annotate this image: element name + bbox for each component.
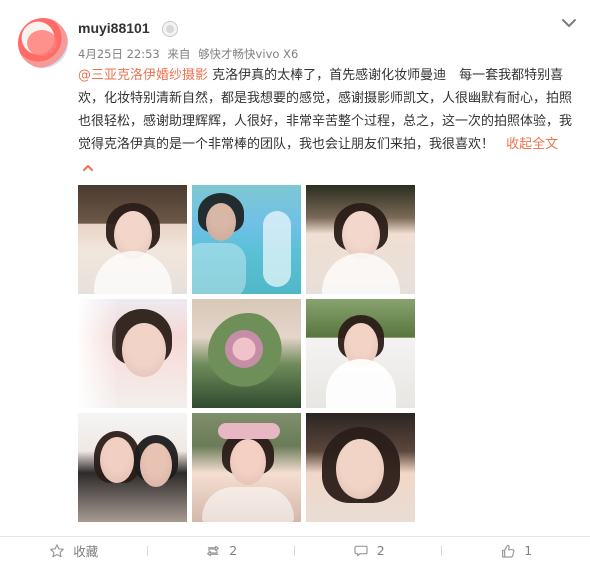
post-from-label: 来自 — [167, 47, 191, 61]
photo-1[interactable] — [78, 185, 187, 294]
like-button[interactable]: 1 — [443, 536, 590, 565]
repost-icon — [205, 543, 221, 559]
photo-5[interactable] — [192, 299, 301, 408]
post-source[interactable]: 够快才畅快vivo X6 — [198, 47, 298, 61]
avatar[interactable] — [18, 18, 68, 68]
favorite-label: 收藏 — [73, 544, 99, 559]
like-count: 1 — [524, 543, 533, 558]
favorite-button[interactable]: 收藏 — [0, 536, 148, 565]
username[interactable]: muyi88101 — [78, 20, 150, 36]
photo-7[interactable] — [78, 413, 187, 522]
photo-8[interactable] — [192, 413, 301, 522]
photo-4[interactable] — [78, 299, 187, 408]
repost-button[interactable]: 2 — [148, 536, 296, 565]
user-badge-icon[interactable] — [162, 21, 178, 37]
photo-3[interactable] — [306, 185, 415, 294]
comment-button[interactable]: 2 — [295, 536, 443, 565]
chevron-up-icon — [82, 163, 94, 173]
photo-9[interactable] — [306, 413, 415, 522]
chevron-down-icon[interactable] — [560, 16, 578, 30]
weibo-post-card: muyi88101 4月25日 22:53 来自 够快才畅快vivo X6 @三… — [0, 0, 590, 565]
comment-count: 2 — [376, 543, 385, 558]
post-meta: 4月25日 22:53 来自 够快才畅快vivo X6 — [78, 46, 302, 62]
star-icon — [49, 543, 65, 559]
thumbs-up-icon — [500, 543, 516, 559]
mention-link[interactable]: @三亚克洛伊婚纱摄影 — [78, 68, 208, 83]
post-content: @三亚克洛伊婚纱摄影 克洛伊真的太棒了，首先感谢化妆师曼迪 每一套我都特别喜欢，… — [78, 64, 578, 179]
collapse-label: 收起全文 — [506, 137, 559, 152]
photo-6[interactable] — [306, 299, 415, 408]
photo-2[interactable] — [192, 185, 301, 294]
comment-icon — [353, 543, 369, 559]
post-date[interactable]: 4月25日 22:53 — [78, 47, 160, 61]
repost-count: 2 — [229, 543, 238, 558]
